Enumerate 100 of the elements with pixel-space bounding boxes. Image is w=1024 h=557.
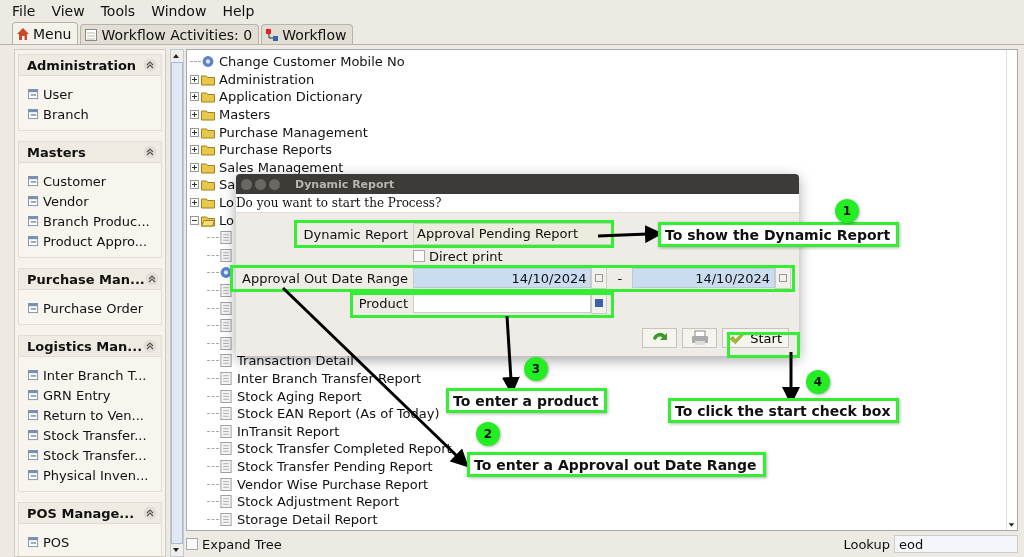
tab[interactable]: Menu xyxy=(12,22,79,44)
checkbox[interactable] xyxy=(186,538,198,550)
collapse-icon[interactable] xyxy=(144,272,159,286)
window-icon xyxy=(28,409,39,421)
tree-item[interactable]: Transaction Detail xyxy=(237,353,354,369)
sidebar-item[interactable]: Inter Branch T... xyxy=(43,367,147,383)
menu-item[interactable]: File xyxy=(12,3,36,19)
report-dropdown[interactable]: Approval Pending Report xyxy=(413,223,612,245)
sidebar-item[interactable]: POS xyxy=(43,534,70,550)
collapse-icon[interactable] xyxy=(143,506,158,520)
menu-item[interactable]: View xyxy=(51,3,85,19)
folder-icon xyxy=(201,178,215,192)
tree-item[interactable]: Stock Adjustment Report xyxy=(237,494,399,510)
expander-icon[interactable] xyxy=(190,198,199,208)
date-field[interactable]: 14/10/2024 xyxy=(632,268,776,288)
sidebar-item[interactable]: GRN Entry xyxy=(43,387,111,403)
expander-icon[interactable] xyxy=(190,74,199,84)
sidebar-item[interactable]: Return to Ven... xyxy=(43,407,144,423)
window-icon xyxy=(28,469,39,481)
sidebar-item[interactable]: Vendor xyxy=(43,193,89,209)
open-folder-icon xyxy=(201,213,215,227)
tree-item[interactable]: Change Customer Mobile No xyxy=(219,54,405,70)
tree-item[interactable]: Application Dictionary xyxy=(219,89,363,105)
window-icon xyxy=(28,175,39,187)
field-label: Product xyxy=(357,295,409,311)
sidebar-item[interactable]: Stock Transfer... xyxy=(43,447,147,463)
range-separator: - xyxy=(616,270,624,286)
checkbox[interactable] xyxy=(413,250,425,262)
menu-item[interactable]: Help xyxy=(222,3,255,19)
lookup-field[interactable]: eod xyxy=(894,535,1018,553)
scrollbar[interactable] xyxy=(1006,50,1017,530)
expander-icon[interactable] xyxy=(190,180,199,190)
callout-label: To enter a product xyxy=(446,388,608,413)
printer-icon xyxy=(690,330,709,346)
callout-label: To click the start check box xyxy=(668,398,900,423)
expander-icon[interactable] xyxy=(190,92,199,102)
tab[interactable]: Workflow xyxy=(261,24,354,44)
section-title: Logistics Man... xyxy=(27,338,143,354)
folder-icon xyxy=(201,160,215,174)
window-icon xyxy=(28,449,39,461)
sidebar-item[interactable]: Physical Inven... xyxy=(43,467,149,483)
scrollbar[interactable] xyxy=(170,49,184,557)
window-icon xyxy=(28,215,39,227)
tree-item[interactable]: Sa xyxy=(219,177,236,193)
window-icon xyxy=(28,536,39,548)
sidebar-item[interactable]: Customer xyxy=(43,173,107,189)
folder-icon xyxy=(201,143,215,157)
menu-item[interactable]: Tools xyxy=(100,3,136,19)
expander-icon[interactable] xyxy=(190,110,199,120)
lookup-label: Lookup xyxy=(843,536,890,552)
collapse-icon[interactable] xyxy=(143,339,158,353)
tree-item[interactable]: Stock Aging Report xyxy=(237,388,362,404)
folder-icon xyxy=(201,90,215,104)
dialog-title: Dynamic Report xyxy=(295,177,395,191)
tree-item[interactable]: Administration xyxy=(219,71,315,87)
tree-item[interactable]: Lo xyxy=(219,212,234,228)
expander-icon[interactable] xyxy=(190,215,199,225)
folder-icon xyxy=(201,72,215,86)
tree-item[interactable]: Inter Branch Transfer Report xyxy=(237,371,422,386)
section-title: POS Manage... xyxy=(27,505,135,521)
tree-item[interactable]: InTransit Report xyxy=(237,423,340,439)
scroll-down-icon[interactable] xyxy=(1007,520,1016,530)
window-icon xyxy=(28,88,39,100)
flow-icon xyxy=(265,27,280,42)
window-icon xyxy=(28,429,39,441)
tree-item[interactable]: Masters xyxy=(219,107,271,123)
collapse-icon[interactable] xyxy=(143,145,158,159)
sidebar-item[interactable]: Product Appro... xyxy=(43,233,148,249)
date-field[interactable]: 14/10/2024 xyxy=(413,268,592,288)
menu-item[interactable]: Window xyxy=(151,3,207,19)
sidebar-item[interactable]: User xyxy=(43,86,73,102)
expander-icon[interactable] xyxy=(190,145,199,155)
expander-icon[interactable] xyxy=(190,162,199,172)
tab[interactable]: Workflow Activities: 0 xyxy=(80,24,260,44)
sidebar-item[interactable]: Purchase Order xyxy=(43,300,144,316)
callout-label: To enter a Approval out Date Range xyxy=(467,452,766,477)
checkbox-label: Expand Tree xyxy=(202,536,282,552)
tree-item[interactable]: Storage Detail Report xyxy=(237,511,378,527)
checkbox-label: Direct print xyxy=(429,248,503,264)
tree-item[interactable]: Stock Transfer Pending Report xyxy=(237,458,433,474)
tree-item[interactable]: Purchase Reports xyxy=(219,142,333,158)
list-icon xyxy=(84,27,99,42)
home-icon xyxy=(16,26,30,41)
sidebar-item[interactable]: Branch xyxy=(43,106,89,122)
window-icon xyxy=(28,108,39,120)
callout-label: To show the Dynamic Report xyxy=(658,222,900,247)
refresh-button[interactable] xyxy=(642,328,677,348)
window-icon xyxy=(28,195,39,207)
section-title: Masters xyxy=(27,144,86,160)
sidebar-item[interactable]: Stock Transfer... xyxy=(43,427,147,443)
sidebar-item[interactable]: Branch Produc... xyxy=(43,213,150,229)
folder-icon xyxy=(201,125,215,139)
window-icon xyxy=(28,389,39,401)
tree-item[interactable]: Lo xyxy=(219,195,234,211)
tree-item[interactable]: Vendor Wise Purchase Report xyxy=(237,476,429,492)
expander-icon[interactable] xyxy=(190,127,199,137)
tree-item[interactable]: Purchase Management xyxy=(219,124,368,140)
tree-item[interactable]: Sales Management xyxy=(219,159,344,175)
collapse-icon[interactable] xyxy=(143,58,158,72)
product-field[interactable] xyxy=(413,293,591,313)
